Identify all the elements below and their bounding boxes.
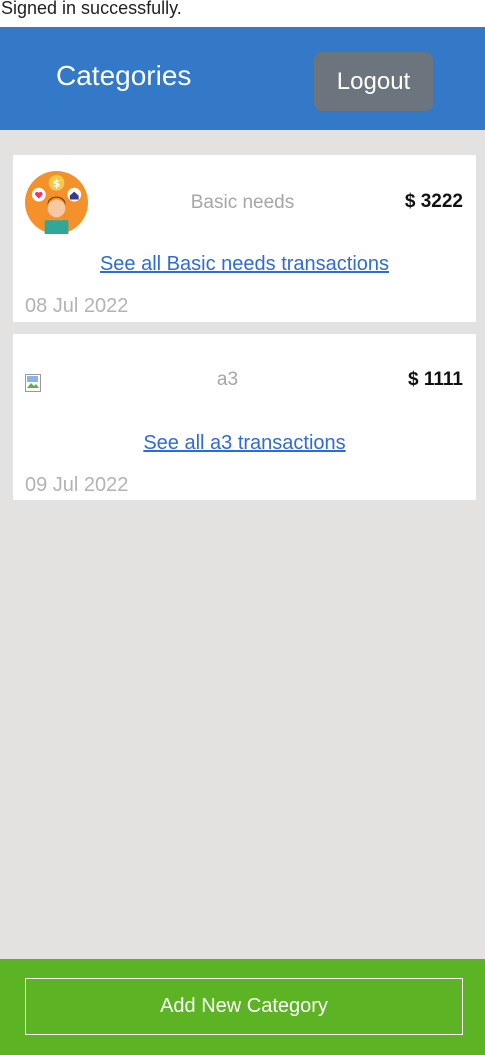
footer-bar: Add New Category <box>0 959 485 1055</box>
add-new-category-button[interactable]: Add New Category <box>25 978 463 1035</box>
app-header: Categories Logout <box>0 27 485 130</box>
category-name: a3 <box>216 369 239 390</box>
category-date: 08 Jul 2022 <box>25 295 129 317</box>
page-title: Categories <box>56 60 192 91</box>
category-amount: $ 1111 <box>408 369 463 390</box>
svg-text:$: $ <box>53 177 61 190</box>
category-card: a3 $ 1111 See all a3 transactions 09 Jul… <box>13 334 476 500</box>
category-amount: $ 3222 <box>404 191 463 212</box>
flash-text: Signed in successfully. <box>1 0 182 18</box>
see-transactions-link[interactable]: See all Basic needs transactions <box>13 253 476 276</box>
category-date: 09 Jul 2022 <box>25 474 129 496</box>
see-transactions-link[interactable]: See all a3 transactions <box>13 432 476 455</box>
category-card: $ Basic needs $ 3222 See all Basic needs… <box>13 155 476 322</box>
logout-button[interactable]: Logout <box>314 52 433 111</box>
flash-message: Signed in successfully. <box>0 0 485 27</box>
